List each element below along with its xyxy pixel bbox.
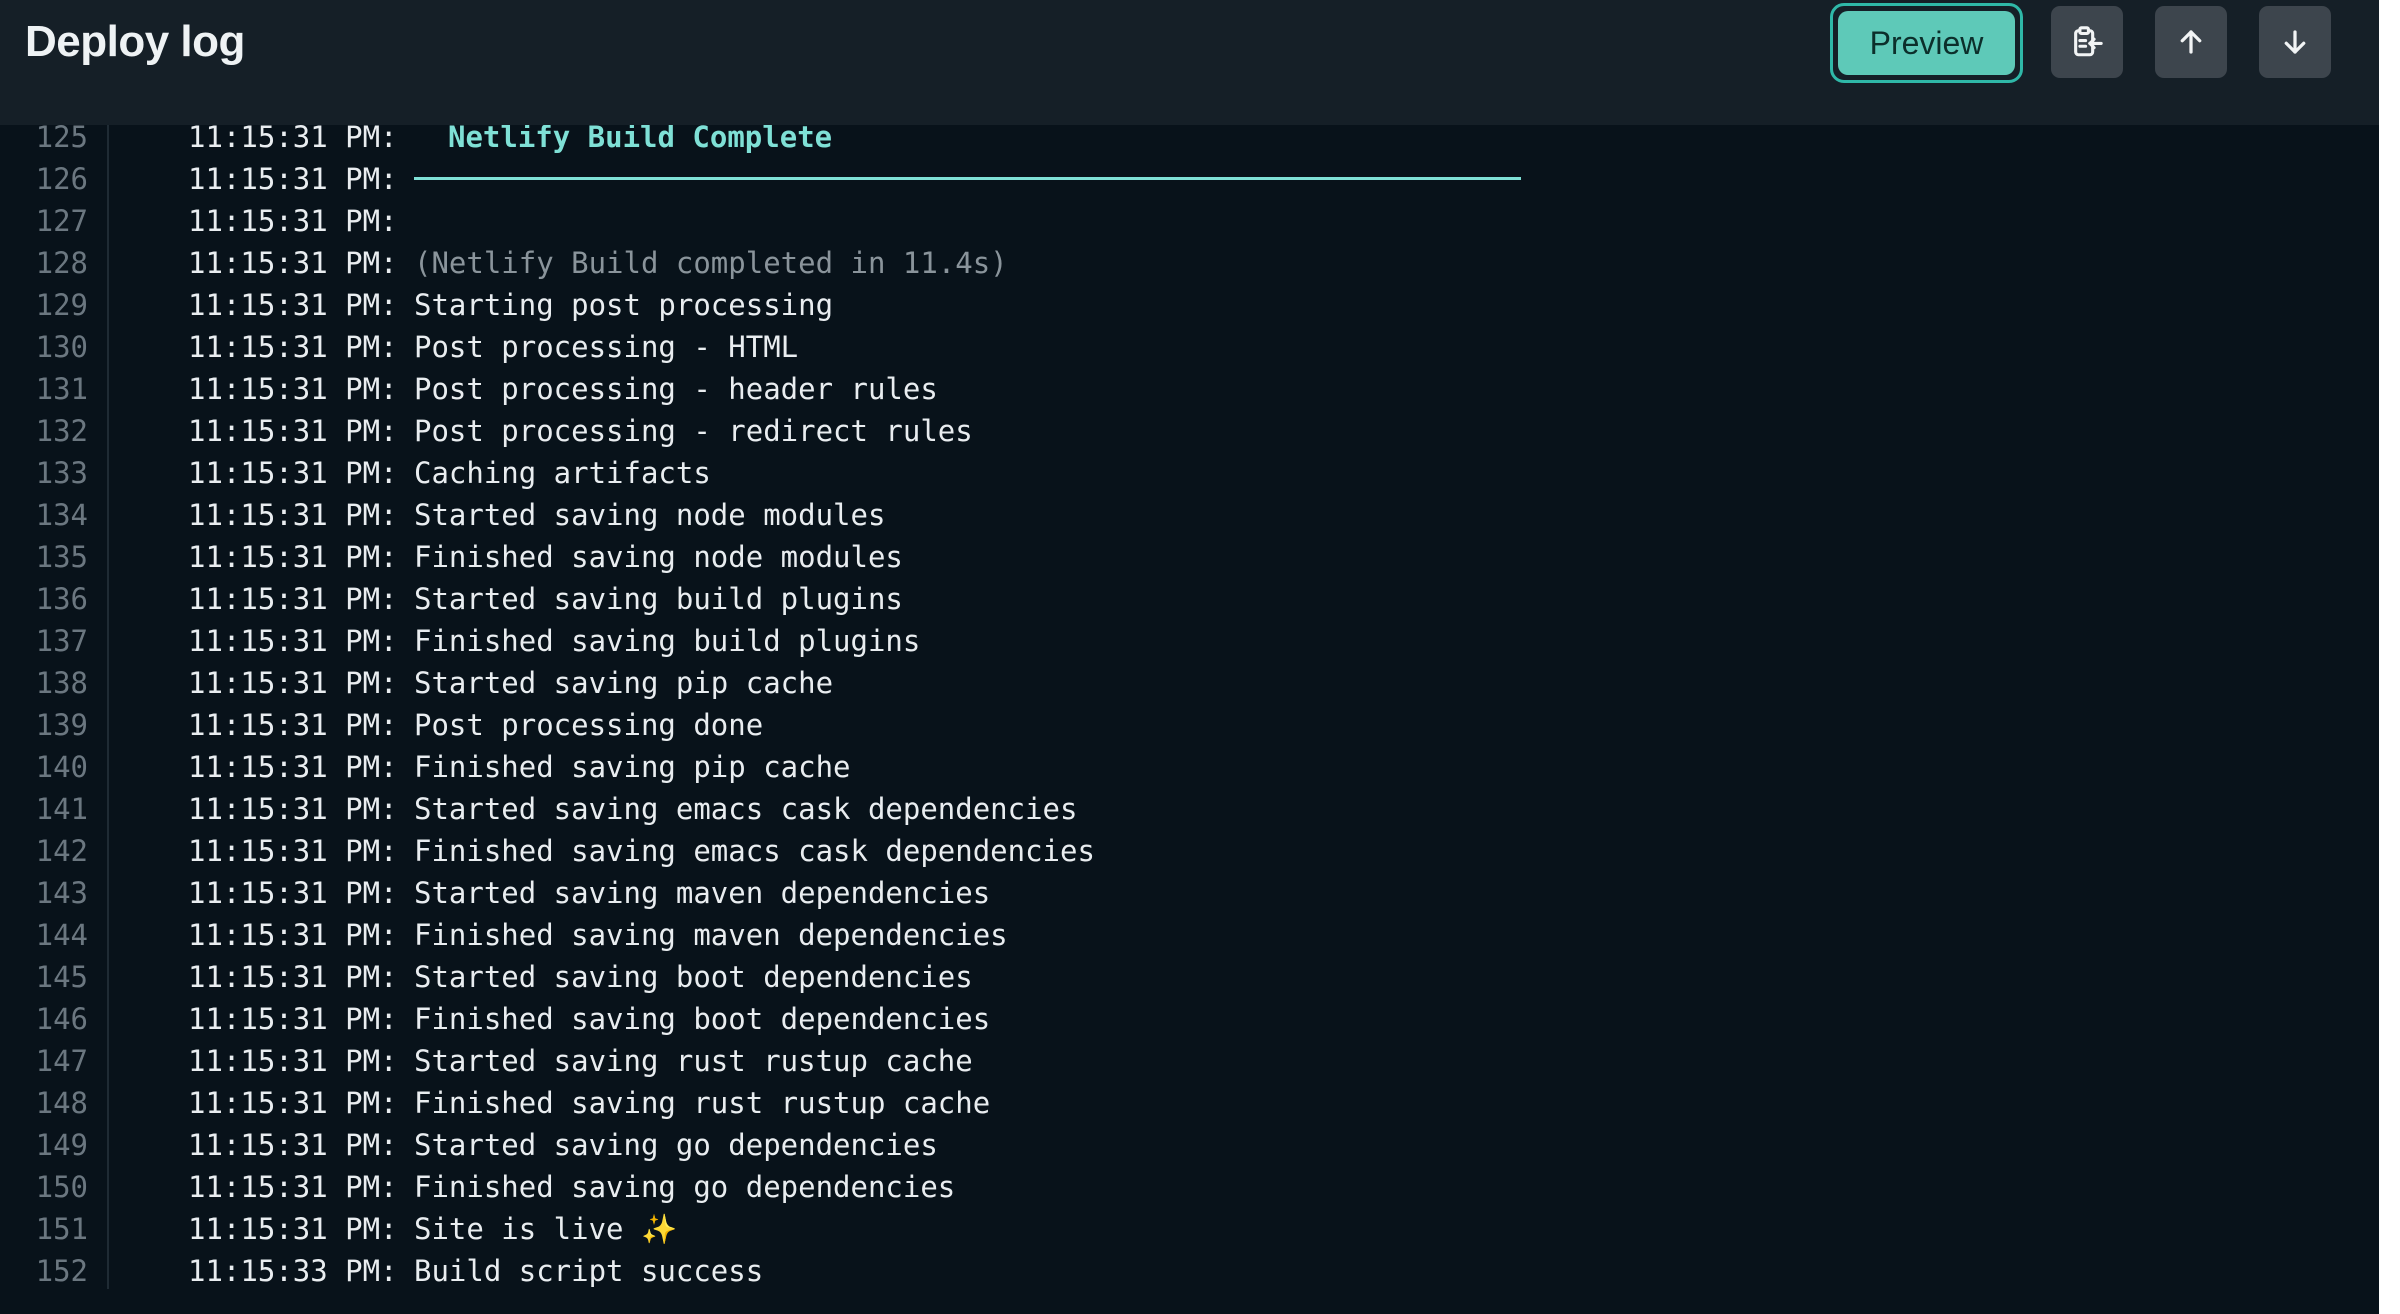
line-number: 125 [35,125,88,154]
log-viewer[interactable]: 125 11:15:31 PM: Netlify Build Complete 126… [0,125,2379,1314]
line-number: 127 [35,204,88,238]
page-scrollbar[interactable] [2379,0,2400,1314]
log-timestamp: 11:15:31 PM: [188,288,398,322]
log-timestamp: 11:15:31 PM: [188,204,398,238]
log-message: Started saving maven dependencies [414,876,991,910]
log-message: Post processing - redirect rules [414,414,973,448]
log-message: Site is live ✨ [414,1212,678,1246]
log-message: (Netlify Build completed in 11.4s) [414,246,1008,280]
line-number: 134 [35,498,88,532]
log-timestamp: 11:15:31 PM: [188,624,398,658]
line-number: 132 [35,414,88,448]
log-message: Started saving pip cache [414,666,834,700]
log-timestamp: 11:15:31 PM: [188,960,398,994]
log-message: Finished saving node modules [414,540,903,574]
log-message: Finished saving rust rustup cache [414,1086,991,1120]
line-number: 133 [35,456,88,490]
log-timestamp: 11:15:33 PM: [188,1254,398,1288]
line-number: 143 [35,876,88,910]
line-number: 131 [35,372,88,406]
log-timestamp: 11:15:31 PM: [188,540,398,574]
log-message: Finished saving boot dependencies [414,1002,991,1036]
log-message: Started saving build plugins [414,582,903,616]
line-number: 129 [35,288,88,322]
log-timestamp: 11:15:31 PM: [188,708,398,742]
arrow-up-icon [2180,30,2202,54]
line-number: 144 [35,918,88,952]
log-timestamp: 11:15:31 PM: [188,246,398,280]
log-message: Build script success [414,1254,764,1288]
log-message: Started saving rust rustup cache [414,1044,973,1078]
log-timestamp: 11:15:31 PM: [188,162,398,196]
line-number: 138 [35,666,88,700]
scroll-to-top-button[interactable] [2155,6,2227,78]
gutter-divider [107,125,109,1289]
line-number: 148 [35,1086,88,1120]
line-number: 141 [35,792,88,826]
line-number: 137 [35,624,88,658]
log-timestamp: 11:15:31 PM: [188,330,398,364]
log-message: Finished saving build plugins [414,624,921,658]
log-message: Started saving node modules [414,498,886,532]
log-message: Started saving go dependencies [414,1128,938,1162]
line-number: 145 [35,960,88,994]
log-timestamp: 11:15:31 PM: [188,1128,398,1162]
log-timestamp: 11:15:31 PM: [188,456,398,490]
copy-log-button[interactable] [2051,6,2123,78]
log-timestamp: 11:15:31 PM: [188,1170,398,1204]
line-number: 142 [35,834,88,868]
line-number: 130 [35,330,88,364]
line-number: 150 [35,1170,88,1204]
log-message: Post processing done [414,708,764,742]
log-timestamp: 11:15:31 PM: [188,582,398,616]
log-timestamp: 11:15:31 PM: [188,1212,398,1246]
preview-button-label: Preview [1838,11,2015,75]
line-number: 151 [35,1212,88,1246]
line-number: 126 [35,162,88,196]
preview-button[interactable]: Preview [1830,3,2023,83]
deploy-log-page: Deploy log Preview 125 11:15:31 PM: Netl… [0,0,2400,1314]
log-message: Finished saving go dependencies [414,1170,956,1204]
log-timestamp: 11:15:31 PM: [188,1044,398,1078]
line-number: 140 [35,750,88,784]
line-number: 139 [35,708,88,742]
log-timestamp: 11:15:31 PM: [188,372,398,406]
log-timestamp: 11:15:31 PM: [188,414,398,448]
log-message: Finished saving pip cache [414,750,851,784]
log-message: Finished saving maven dependencies [414,918,1008,952]
log-timestamp: 11:15:31 PM: [188,1086,398,1120]
log-timestamp: 11:15:31 PM: [188,876,398,910]
line-number: 136 [35,582,88,616]
log-message: Finished saving emacs cask dependencies [414,834,1095,868]
log-divider-rule [414,177,1521,180]
log-message: Starting post processing [414,288,834,322]
log-message: Post processing - HTML [414,330,799,364]
log-timestamp: 11:15:31 PM: [188,125,398,154]
log-timestamp: 11:15:31 PM: [188,666,398,700]
line-number: 135 [35,540,88,574]
log-timestamp: 11:15:31 PM: [188,918,398,952]
line-number: 149 [35,1128,88,1162]
clipboard-copy-icon [2074,26,2103,57]
line-number: 146 [35,1002,88,1036]
line-number: 128 [35,246,88,280]
log-message: Netlify Build Complete [448,125,833,154]
log-timestamp: 11:15:31 PM: [188,834,398,868]
log-message: Started saving emacs cask dependencies [414,792,1078,826]
log-timestamp: 11:15:31 PM: [188,498,398,532]
log-timestamp: 11:15:31 PM: [188,1002,398,1036]
log-message: Started saving boot dependencies [414,960,973,994]
page-title: Deploy log [25,17,245,66]
scroll-to-bottom-button[interactable] [2259,6,2331,78]
log-message: Caching artifacts [414,456,711,490]
header-bar: Deploy log Preview [0,0,2379,125]
log-timestamp: 11:15:31 PM: [188,750,398,784]
log-timestamp: 11:15:31 PM: [188,792,398,826]
log-message: Post processing - header rules [414,372,938,406]
arrow-down-icon [2284,30,2306,54]
line-number: 152 [35,1254,88,1288]
line-number: 147 [35,1044,88,1078]
